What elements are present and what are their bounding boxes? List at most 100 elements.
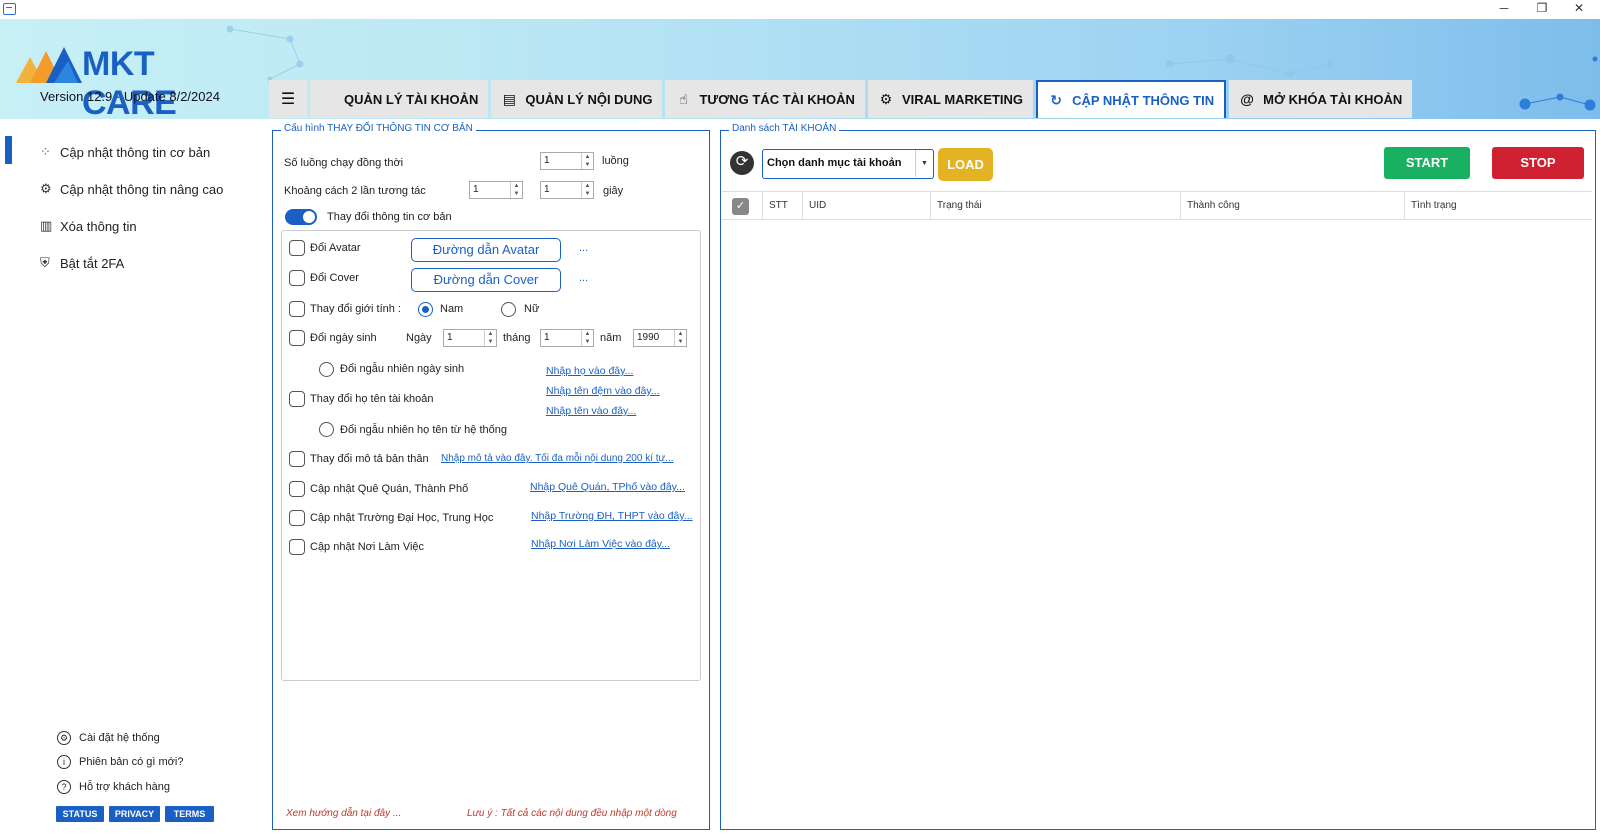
birthday-label: Đổi ngày sinh xyxy=(310,332,377,344)
version-info: Version 12.9 · Update 8/2/2024 xyxy=(40,89,220,104)
sidebar-item-2fa[interactable]: ⛨ Bật tắt 2FA xyxy=(40,255,124,271)
help-icon: ? xyxy=(57,780,71,794)
sidebar-item-delete-info[interactable]: ▥ Xóa thông tin xyxy=(40,218,137,234)
gender-female-radio[interactable] xyxy=(501,302,516,317)
gender-male-radio[interactable] xyxy=(418,302,433,317)
document-icon: ▤ xyxy=(502,90,516,107)
work-label: Cập nhật Nơi Làm Việc xyxy=(310,541,425,553)
title-bar: ─ ❐ ✕ xyxy=(0,0,1600,19)
month-stepper[interactable]: 1 ▲ ▼ xyxy=(540,329,594,347)
middlename-input-link[interactable]: Nhập tên đệm vào đây... xyxy=(546,385,660,397)
config-panel-title: Cấu hình THAY ĐỔI THÔNG TIN CƠ BẢN xyxy=(281,123,476,134)
stepper-arrows-icon[interactable]: ▲ ▼ xyxy=(581,182,593,198)
account-category-select[interactable]: Chọn danh mục tài khoản ▼ xyxy=(762,149,934,179)
basic-info-toggle[interactable] xyxy=(285,209,317,225)
settings-hand-icon: ⚙ xyxy=(40,181,52,196)
minimize-button[interactable]: ─ xyxy=(1490,0,1518,19)
list-search-icon: ☰ xyxy=(280,91,296,108)
column-uid[interactable]: UID xyxy=(802,192,930,220)
year-stepper[interactable]: 1990 ▲ ▼ xyxy=(633,329,687,347)
school-input-link[interactable]: Nhập Trường ĐH, THPT vào đây... xyxy=(531,510,693,522)
work-input-link[interactable]: Nhập Nơi Làm Việc vào đây... xyxy=(531,538,670,550)
cover-checkbox[interactable] xyxy=(289,270,305,286)
random-birthday-radio[interactable] xyxy=(319,362,334,377)
bio-input-link[interactable]: Nhập mô tả vào đây. Tối đa mỗi nội dung … xyxy=(441,453,674,464)
load-button[interactable]: LOAD xyxy=(938,148,993,181)
sidebar-item-basic-info[interactable]: ⁘ Cập nhật thông tin cơ bản xyxy=(40,144,210,160)
column-stt[interactable]: STT xyxy=(762,192,802,220)
random-birthday-label: Đổi ngẫu nhiên ngày sinh xyxy=(340,363,465,375)
gear-icon: ⚙ xyxy=(57,731,71,745)
gender-checkbox[interactable] xyxy=(289,301,305,317)
tab-unlock-account[interactable]: @ MỞ KHÓA TÀI KHOẢN xyxy=(1229,80,1413,118)
shield-lock-icon: ⛨ xyxy=(40,255,50,270)
stop-button[interactable]: STOP xyxy=(1492,147,1584,179)
stepper-arrows-icon[interactable]: ▲ ▼ xyxy=(581,153,593,169)
hometown-label: Cập nhật Quê Quán, Thành Phố xyxy=(310,483,469,495)
column-success[interactable]: Thành công xyxy=(1180,192,1404,220)
basic-info-toggle-label: Thay đổi thông tin cơ bản xyxy=(327,211,452,223)
gender-male-label: Nam xyxy=(440,303,464,315)
app-header: MKT CARE Version 12.9 · Update 8/2/2024 … xyxy=(0,19,1600,119)
interval-min-stepper[interactable]: 1 ▲ ▼ xyxy=(469,181,523,199)
tab-content-management[interactable]: ▤ QUẢN LÝ NỘI DUNG xyxy=(491,80,663,118)
grid-icon: ⁘ xyxy=(40,144,51,159)
avatar-browse-button[interactable]: ... xyxy=(579,242,588,254)
start-button[interactable]: START xyxy=(1384,147,1470,179)
hometown-checkbox[interactable] xyxy=(289,481,305,497)
close-button[interactable]: ✕ xyxy=(1565,0,1593,19)
threads-label: Số luồng chạy đồng thời xyxy=(284,157,404,169)
customer-support-link[interactable]: ? Hỗ trợ khách hàng xyxy=(57,780,170,794)
stepper-arrows-icon[interactable]: ▲ ▼ xyxy=(581,330,593,346)
system-settings-link[interactable]: ⚙ Cài đặt hệ thống xyxy=(57,731,160,745)
refresh-icon[interactable]: ⟳ xyxy=(730,151,754,175)
sidebar-item-advanced-info[interactable]: ⚙ Cập nhật thông tin nâng cao xyxy=(40,181,223,197)
stepper-arrows-icon[interactable]: ▲ ▼ xyxy=(484,330,496,346)
privacy-badge[interactable]: PRIVACY xyxy=(109,806,160,822)
avatar-path-button[interactable]: Đường dẫn Avatar xyxy=(411,238,561,262)
avatar-checkbox[interactable] xyxy=(289,240,305,256)
birthday-checkbox[interactable] xyxy=(289,330,305,346)
lastname-input-link[interactable]: Nhập họ vào đây... xyxy=(546,365,633,377)
random-name-radio[interactable] xyxy=(319,422,334,437)
tab-menu[interactable]: ☰ xyxy=(269,80,307,118)
hometown-input-link[interactable]: Nhập Quê Quán, TPhố vào đây... xyxy=(530,481,685,493)
day-label: Ngày xyxy=(406,332,432,344)
restore-button[interactable]: ❐ xyxy=(1528,0,1556,19)
select-all-checkbox[interactable]: ✓ xyxy=(732,198,749,215)
fullname-checkbox[interactable] xyxy=(289,391,305,407)
school-checkbox[interactable] xyxy=(289,510,305,526)
bio-label: Thay đổi mô tả bản thân xyxy=(310,453,429,465)
work-checkbox[interactable] xyxy=(289,539,305,555)
main-tabs: ☰ QUẢN LÝ TÀI KHOẢN ▤ QUẢN LÝ NỘI DUNG ☝… xyxy=(269,80,1415,118)
column-status[interactable]: Trạng thái xyxy=(930,192,1180,220)
tab-viral-marketing[interactable]: ⚙ VIRAL MARKETING xyxy=(867,80,1034,118)
stepper-arrows-icon[interactable]: ▲ ▼ xyxy=(510,182,522,198)
bio-checkbox[interactable] xyxy=(289,451,305,467)
brand-logo: MKT CARE xyxy=(16,43,256,119)
app-icon xyxy=(3,3,16,15)
accounts-table-header: ✓ STT UID Trạng thái Thành công Tình trạ… xyxy=(722,191,1592,220)
day-stepper[interactable]: 1 ▲ ▼ xyxy=(443,329,497,347)
firstname-input-link[interactable]: Nhập tên vào đây... xyxy=(546,405,636,417)
interval-max-stepper[interactable]: 1 ▲ ▼ xyxy=(540,181,594,199)
stepper-arrows-icon[interactable]: ▲ ▼ xyxy=(674,330,686,346)
accounts-panel-title: Danh sách TÀI KHOẢN xyxy=(729,123,840,134)
brand-name: MKT CARE xyxy=(82,45,177,119)
threads-stepper[interactable]: 1 ▲ ▼ xyxy=(540,152,594,170)
cover-path-button[interactable]: Đường dẫn Cover xyxy=(411,268,561,292)
tab-update-info[interactable]: ↻ CẬP NHẬT THÔNG TIN xyxy=(1036,80,1227,118)
whats-new-link[interactable]: i Phiên bản có gì mới? xyxy=(57,755,183,769)
info-icon: i xyxy=(57,755,71,769)
gender-female-label: Nữ xyxy=(524,303,540,315)
avatar-label: Đổi Avatar xyxy=(310,242,361,254)
tab-account-management[interactable]: QUẢN LÝ TÀI KHOẢN xyxy=(310,80,489,118)
terms-badge[interactable]: TERMS xyxy=(165,806,214,822)
guide-link[interactable]: Xem hướng dẫn tại đây ... xyxy=(286,808,401,819)
grid-nodes-icon: ⚙ xyxy=(879,90,893,107)
status-badge[interactable]: STATUS xyxy=(56,806,104,822)
tab-account-interaction[interactable]: ☝ TƯƠNG TÁC TÀI KHOẢN xyxy=(665,80,865,118)
cover-browse-button[interactable]: ... xyxy=(579,272,588,284)
column-condition[interactable]: Tình trạng xyxy=(1404,192,1592,220)
school-label: Cập nhật Trường Đại Học, Trung Học xyxy=(310,512,494,524)
